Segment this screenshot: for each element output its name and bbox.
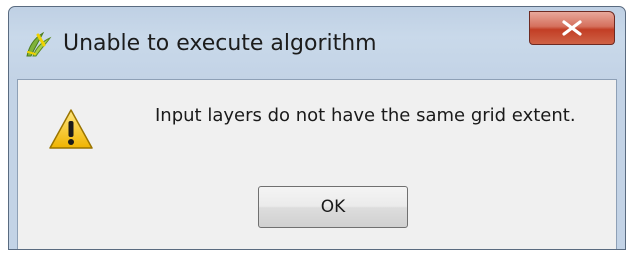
close-icon [562,20,582,36]
dialog-title: Unable to execute algorithm [63,31,377,56]
title-bar[interactable]: Unable to execute algorithm [9,7,625,79]
qgis-icon [23,29,53,59]
dialog-message: Input layers do not have the same grid e… [155,105,576,126]
dialog-body: Input layers do not have the same grid e… [17,79,617,249]
warning-icon [48,107,94,151]
close-button[interactable] [529,11,615,45]
ok-button[interactable]: OK [258,186,408,228]
message-dialog: Unable to execute algorithm Input layers… [8,6,626,250]
